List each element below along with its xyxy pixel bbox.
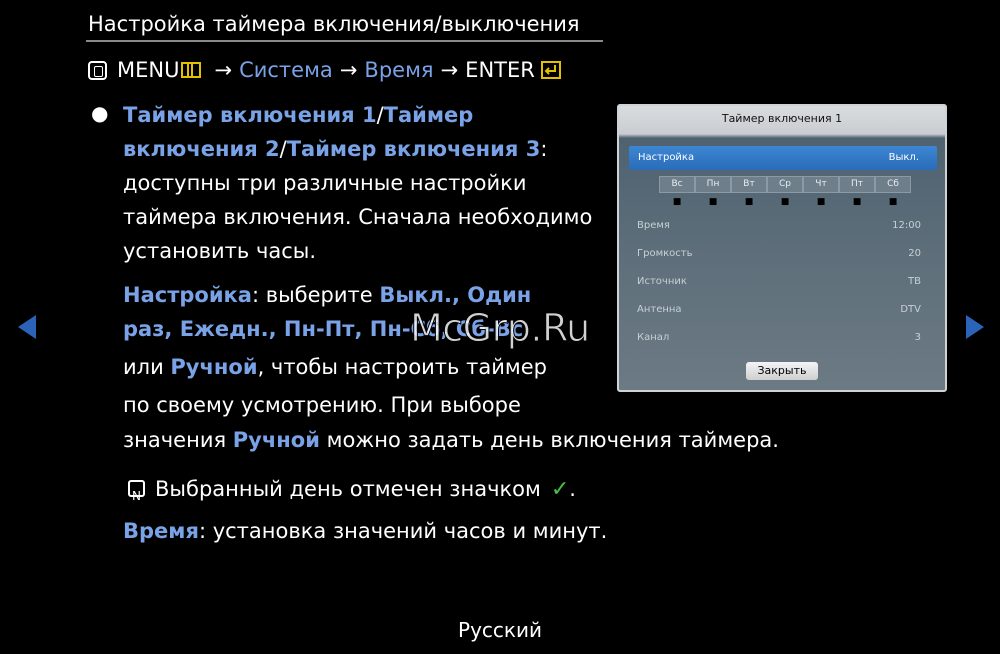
day-checkbox[interactable]: ■ [839,197,875,207]
text-line: таймера включения. Сначала необходимо [123,205,593,229]
slash: / [279,137,287,161]
path-time: Время [364,58,434,82]
timer-1-label: Таймер включения 1 [123,103,377,127]
path-arrow: → [440,58,459,82]
page-title: Настройка таймера включения/выключения [88,12,580,36]
period: . [569,477,576,501]
panel-row-time[interactable]: Время 12:00 [637,220,921,234]
day-button[interactable]: Ср [767,176,803,193]
text-line: включения 2/Таймер включения 3: [123,132,547,166]
row-label: Время [637,220,670,231]
path-arrow: → [214,58,233,82]
text-fragment: : выберите [251,283,380,307]
title-underline [86,40,603,42]
text-line: значения Ручной можно задать день включе… [123,423,779,457]
day-checkbox[interactable]: ■ [875,197,911,207]
setting-row[interactable]: Настройка Выкл. [629,146,937,170]
manual-term: Ручной [170,355,258,379]
menu-grid-icon [181,62,202,78]
timer-3-label: Таймер включения 3 [286,137,541,161]
panel-row-source[interactable]: Источник ТВ [637,276,921,290]
options-text: Выкл., Один [379,283,532,307]
day-button[interactable]: Пн [695,176,731,193]
row-value: ТВ [908,276,921,287]
row-label: Канал [637,332,670,343]
colon: : [540,137,548,161]
row-value: 20 [908,248,921,259]
row-value: 3 [914,332,921,343]
note-icon [128,479,145,513]
row-value: DTV [900,304,921,315]
note-line: Выбранный день отмечен значком ✓. [128,472,576,513]
text-line: по своему усмотрению. При выборе [123,393,521,417]
day-button[interactable]: Вс [659,176,695,193]
checkmark-icon: ✓ [550,477,570,502]
panel-row-volume[interactable]: Громкость 20 [637,248,921,262]
note-text: Выбранный день отмечен значком [155,477,541,501]
text-fragment: : установка значений часов и минут. [198,519,608,543]
next-page-arrow-icon[interactable] [966,315,984,339]
panel-row-channel[interactable]: Канал 3 [637,332,921,346]
day-checkbox[interactable]: ■ [803,197,839,207]
day-checkbox[interactable]: ■ [695,197,731,207]
text-line: установить часы. [123,239,317,263]
text-fragment: или [123,355,171,379]
watermark: McGrp.Ru [410,306,591,351]
timer-2-label: включения 2 [123,137,280,161]
text-fragment: значения [123,428,233,452]
day-button[interactable]: Чт [803,176,839,193]
row-label: Громкость [637,248,693,259]
bullet: ● [91,101,109,125]
text-line: Время: установка значений часов и минут. [123,514,607,548]
day-checkbox[interactable]: ■ [659,197,695,207]
text-fragment: можно задать день включения таймера. [319,428,779,452]
previous-page-arrow-icon[interactable] [18,315,36,339]
slash: / [376,103,384,127]
days-row: Вс Пн Вт Ср Чт Пт Сб [659,176,911,193]
path-enter: ENTER [465,58,535,82]
panel-title: Таймер включения 1 [721,112,843,125]
text-line: доступны три различные настройки [123,171,527,195]
footer-language: Русский [458,618,542,642]
day-checkbox[interactable]: ■ [767,197,803,207]
enter-icon [540,61,561,79]
setting-label: Настройка [638,152,695,163]
path-system: Система [239,58,333,82]
time-term: Время [123,519,199,543]
text-fragment: , чтобы настроить таймер [257,355,547,379]
text-line: или Ручной, чтобы настроить таймер [123,350,547,384]
row-value: 12:00 [892,220,921,231]
day-button[interactable]: Вт [731,176,767,193]
timer-label: Таймер [383,103,474,127]
text-line: Таймер включения 1/Таймер [123,98,473,132]
close-button[interactable]: Закрыть [746,362,818,380]
row-label: Антенна [637,304,682,315]
row-label: Источник [637,276,687,287]
manual-term: Ручной [232,428,320,452]
day-checkboxes: ■ ■ ■ ■ ■ ■ ■ [659,197,911,207]
remote-menu-icon [88,60,107,80]
day-button[interactable]: Сб [875,176,911,193]
day-checkbox[interactable]: ■ [731,197,767,207]
setting-term: Настройка [123,283,252,307]
path-menu: MENU [117,58,180,82]
day-button[interactable]: Пт [839,176,875,193]
menu-path: MENU → Система → Время → ENTER [88,58,561,82]
path-arrow: → [339,58,358,82]
setting-value: Выкл. [888,152,919,163]
timer-settings-panel: Таймер включения 1 Настройка Выкл. Вс Пн… [617,104,947,392]
panel-row-antenna[interactable]: Антенна DTV [637,304,921,318]
